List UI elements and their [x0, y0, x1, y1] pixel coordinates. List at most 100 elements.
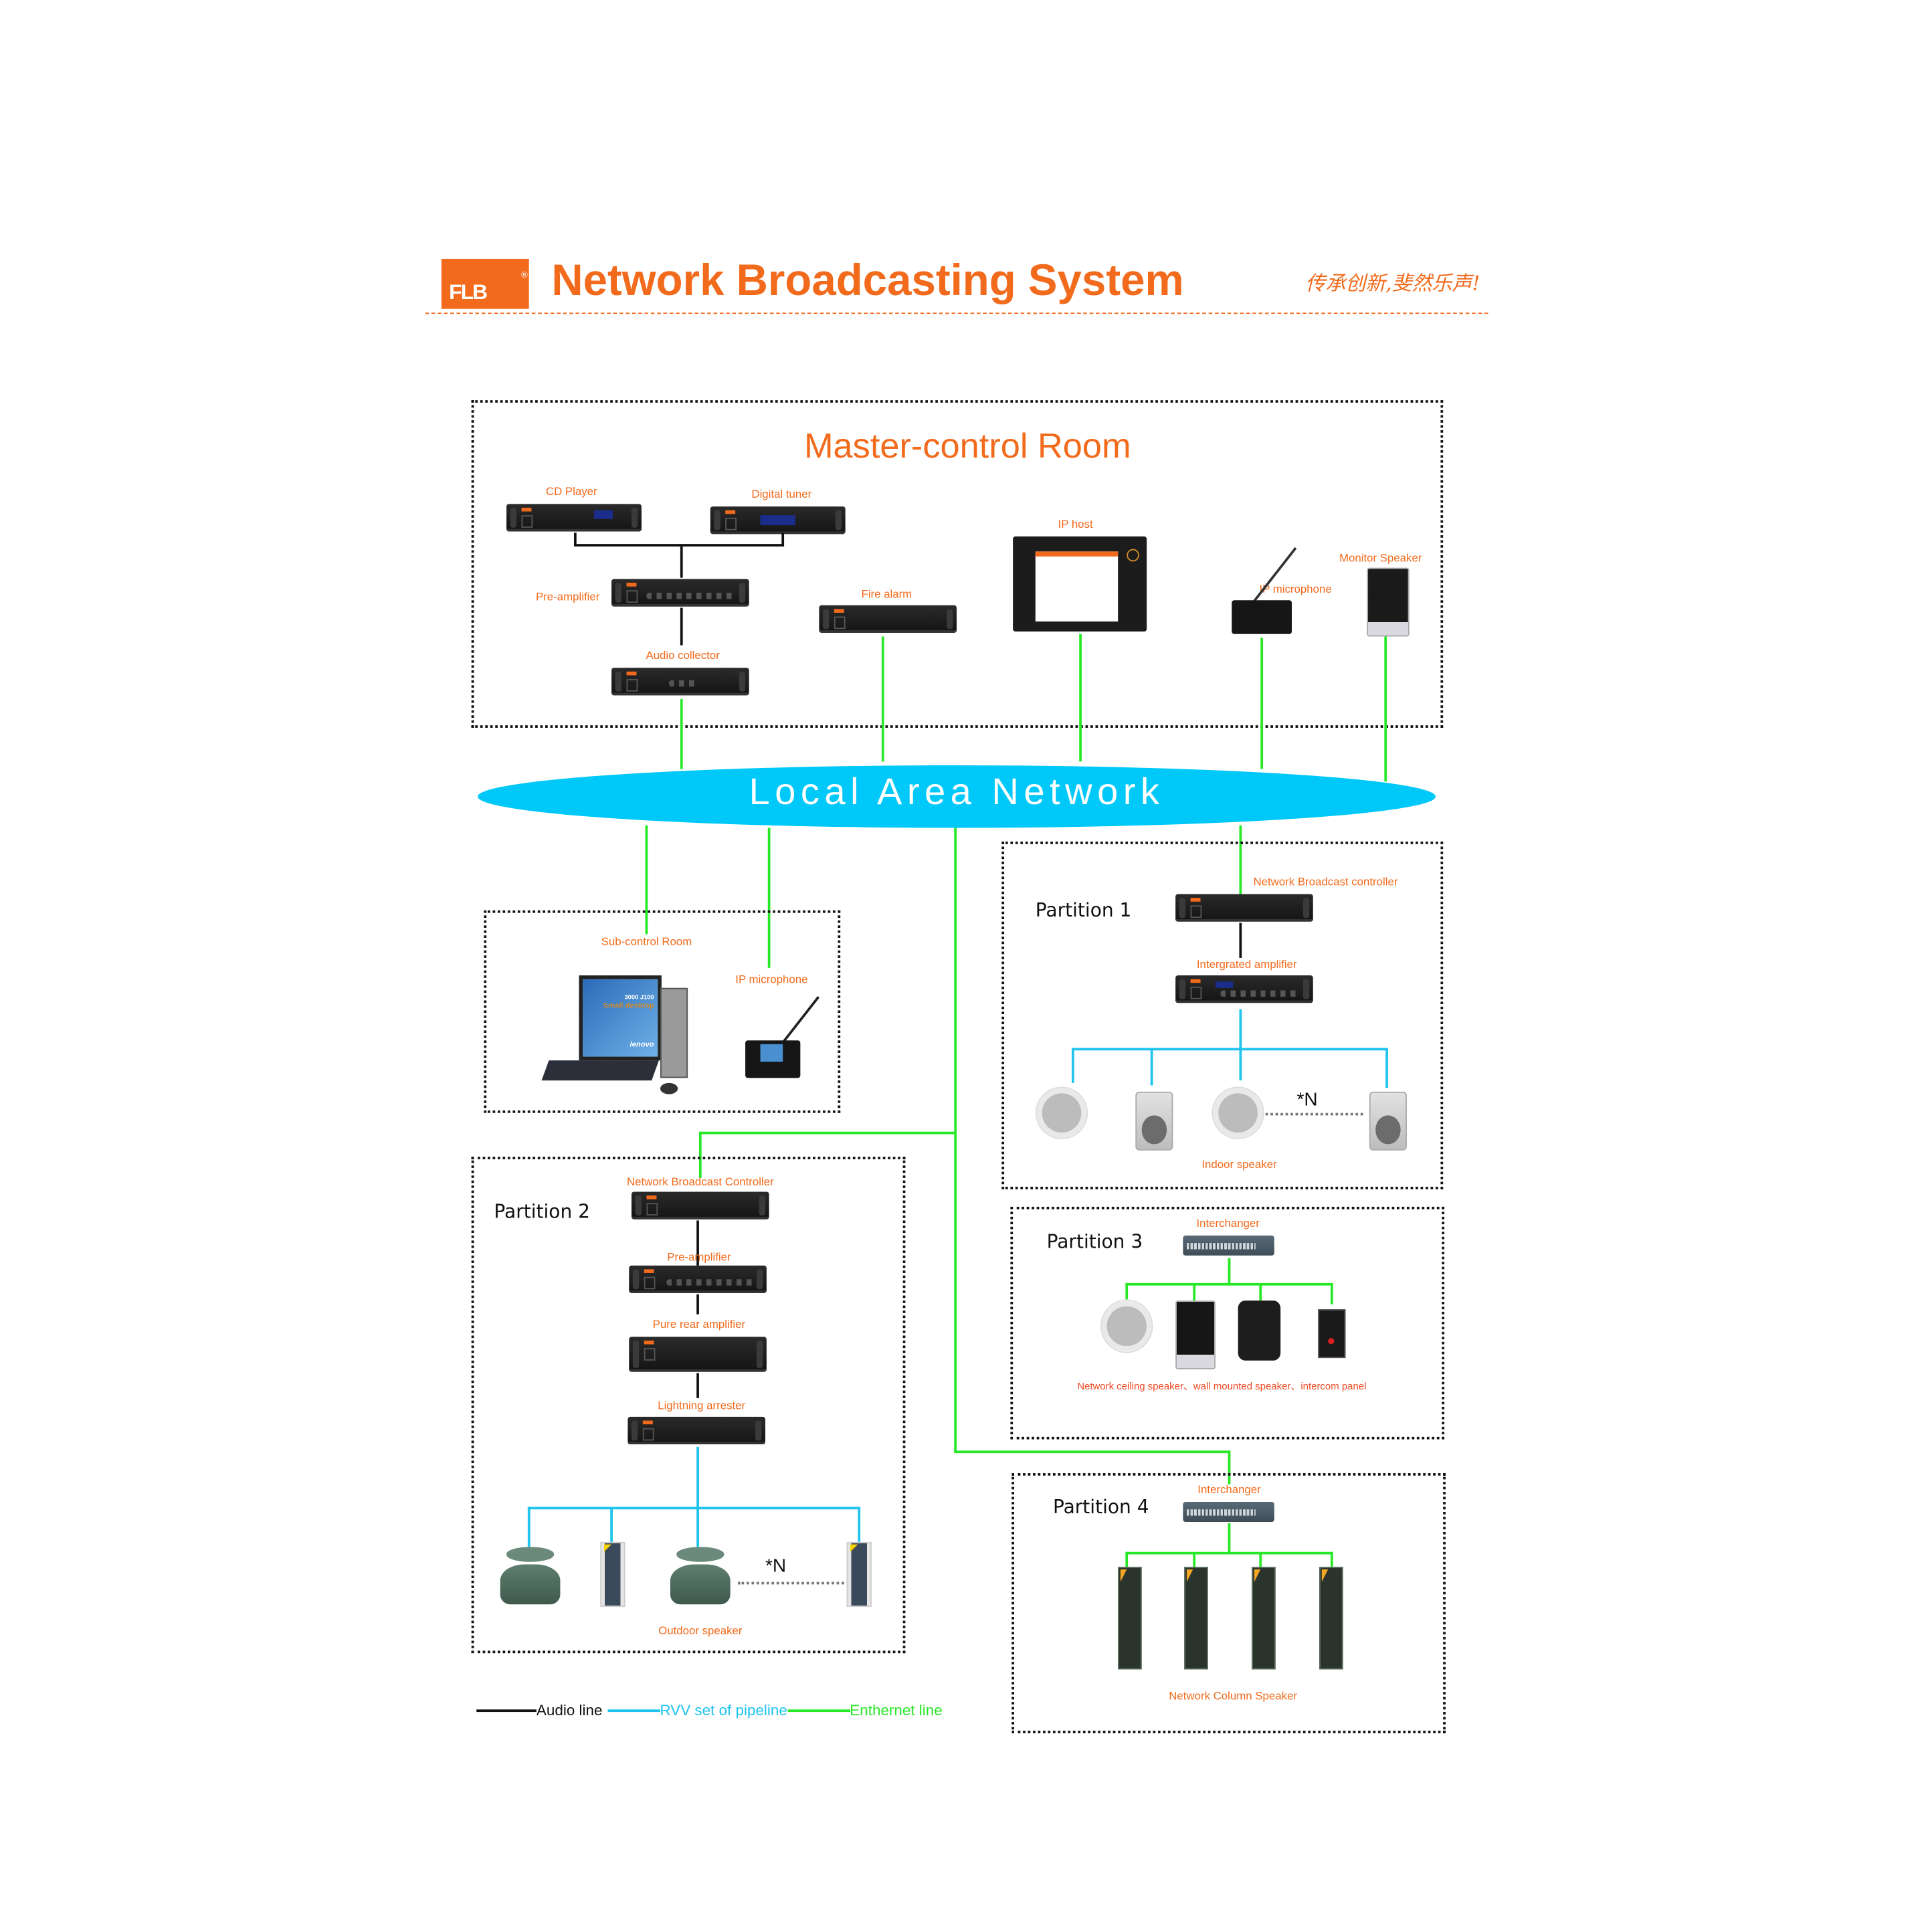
p4-switch-label: Interchanger	[1197, 1482, 1261, 1496]
mouse-icon	[660, 1082, 678, 1094]
partition-2-title: Partition 2	[494, 1200, 590, 1224]
rvv-line	[1385, 1048, 1388, 1088]
audio-line	[680, 546, 683, 578]
legend: Audio line RVV set of pipeline Enthernet l…	[476, 1699, 943, 1719]
audio-line	[696, 1294, 699, 1315]
cd-player-device[interactable]	[506, 504, 642, 532]
wall-speaker-icon	[1369, 1091, 1407, 1151]
ethernet-line	[1125, 1551, 1129, 1569]
legend-ethernet-swatch	[787, 1709, 850, 1712]
partition-1-title: Partition 1	[1035, 899, 1132, 922]
pc-screen-subtext: Small desktop	[603, 1003, 654, 1011]
monitor-speaker-label: Monitor Speaker	[1339, 551, 1422, 565]
p2-pure-rear-amplifier-label: Pure rear amplifier	[652, 1318, 746, 1331]
desktop-computer[interactable]: 3000 J100 Small desktop lenovo	[541, 973, 695, 1095]
microphone-base	[1232, 600, 1292, 634]
rvv-line	[527, 1507, 861, 1510]
ethernet-line	[1125, 1551, 1333, 1555]
p1-controller-label: Network Broadcast controller	[1253, 875, 1398, 888]
brand-logo-text: FLB	[449, 280, 488, 304]
network-column-speaker-icon	[1118, 1567, 1142, 1670]
monitor-screen: 3000 J100 Small desktop lenovo	[579, 975, 662, 1061]
p2-pure-rear-amplifier[interactable]	[629, 1337, 767, 1372]
ip-host-screen	[1035, 551, 1119, 622]
audio-line	[574, 544, 785, 547]
network-ceiling-speaker-icon	[1100, 1299, 1153, 1353]
ethernet-line	[1260, 638, 1263, 769]
ethernet-line	[1228, 1258, 1231, 1286]
slogan: 传承创新,斐然乐声!	[1305, 271, 1480, 296]
ethernet-line	[881, 636, 884, 762]
monitor-speaker-device[interactable]	[1367, 567, 1410, 637]
audio-line	[1239, 923, 1242, 958]
ip-host-device[interactable]	[1013, 536, 1147, 632]
ethernet-line	[1193, 1551, 1196, 1569]
ethernet-line	[680, 698, 683, 769]
p1-network-broadcast-controller[interactable]	[1175, 894, 1313, 922]
page-title: Network Broadcasting System	[551, 256, 1184, 306]
ip-microphone-label: IP microphone	[1259, 583, 1332, 595]
ethernet-line	[1125, 1282, 1129, 1301]
network-wall-speaker-black-icon	[1238, 1300, 1281, 1361]
ethernet-line	[1228, 1523, 1231, 1555]
rvv-line	[1071, 1048, 1388, 1051]
wall-speaker-icon	[1135, 1091, 1173, 1151]
ethernet-line	[1259, 1282, 1262, 1301]
outdoor-column-speaker-icon	[600, 1541, 625, 1608]
fire-alarm-device[interactable]	[819, 605, 957, 633]
p2-pre-amplifier[interactable]	[629, 1265, 767, 1293]
ip-microphone-device[interactable]	[1232, 547, 1297, 634]
p1-integrated-amplifier[interactable]	[1175, 975, 1313, 1003]
lan-label: Local Area Network	[749, 771, 1165, 813]
p1-multiplier: *N	[1296, 1089, 1318, 1110]
p2-lightning-arrester[interactable]	[627, 1416, 766, 1445]
digital-tuner-label: Digital tuner	[751, 488, 812, 500]
p3-devices-label: Network ceiling speaker、wall mounted spe…	[1077, 1380, 1367, 1392]
rvv-line	[696, 1446, 699, 1547]
network-column-speaker-icon	[1184, 1567, 1208, 1670]
ethernet-line	[954, 828, 957, 1454]
ethernet-line	[1079, 634, 1082, 762]
garden-speaker-icon	[670, 1547, 731, 1605]
pre-amplifier-device[interactable]	[611, 579, 749, 607]
p2-pre-amplifier-label: Pre-amplifier	[667, 1250, 731, 1263]
audio-collector-device[interactable]	[611, 668, 749, 696]
p2-network-broadcast-controller[interactable]	[631, 1191, 769, 1220]
ip-host-label: IP host	[1058, 517, 1093, 530]
p2-lightning-arrester-label: Lightning arrester	[658, 1399, 746, 1412]
keyboard-icon	[541, 1060, 659, 1081]
pc-brand-text: lenovo	[630, 1042, 654, 1050]
legend-ethernet-label: Enthernet line	[850, 1701, 943, 1719]
volume-knob-icon	[1127, 549, 1139, 562]
ceiling-speaker-icon	[1212, 1086, 1264, 1139]
sub-ip-microphone-device[interactable]	[745, 996, 820, 1078]
sub-ip-microphone-label: IP microphone	[735, 973, 808, 986]
cd-player-label: CD Player	[545, 485, 597, 498]
legend-rvv-swatch	[607, 1709, 660, 1712]
continuation-dots	[1265, 1113, 1363, 1116]
p2-controller-label: Network Broadcast Controller	[626, 1175, 774, 1188]
ethernet-line	[1125, 1282, 1333, 1286]
lan-cloud: Local Area Network	[478, 765, 1436, 828]
p4-network-switch[interactable]	[1183, 1502, 1274, 1522]
audio-line	[680, 607, 683, 646]
partition-4-title: Partition 4	[1052, 1495, 1149, 1519]
network-column-speaker-icon	[1252, 1567, 1276, 1670]
continuation-dots	[737, 1581, 844, 1585]
partition-3-title: Partition 3	[1046, 1230, 1143, 1254]
rvv-line	[527, 1507, 530, 1547]
pc-tower	[660, 987, 688, 1078]
header-divider	[425, 312, 1488, 314]
legend-audio-label: Audio line	[536, 1701, 603, 1719]
brand-logo: FLB ®	[441, 258, 529, 309]
p3-network-switch[interactable]	[1183, 1235, 1274, 1256]
diagram-stage: FLB ® Network Broadcasting System 传承创新,斐…	[0, 0, 1932, 1932]
ethernet-line	[1330, 1551, 1333, 1569]
ethernet-line	[954, 1450, 1230, 1454]
p1-speakers-label: Indoor speaker	[1201, 1157, 1277, 1171]
garden-speaker-icon	[500, 1547, 561, 1605]
p1-amplifier-label: Intergrated amplifier	[1196, 957, 1297, 971]
master-room-title: Master-control Room	[803, 426, 1131, 466]
rvv-line	[1239, 1009, 1242, 1081]
digital-tuner-device[interactable]	[710, 506, 846, 535]
